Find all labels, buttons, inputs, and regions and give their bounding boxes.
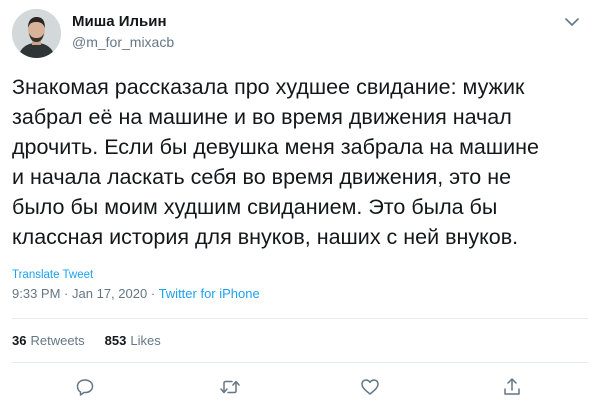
author-display-name[interactable]: Миша Ильин bbox=[72, 13, 167, 30]
like-button[interactable] bbox=[355, 372, 385, 402]
likes-label: Likes bbox=[130, 333, 161, 348]
tweet-card: Миша Ильин @m_for_mixacb Знакомая расска… bbox=[0, 0, 600, 410]
avatar[interactable] bbox=[12, 9, 61, 58]
meta-separator: · bbox=[64, 286, 69, 301]
divider bbox=[12, 362, 588, 363]
reply-button[interactable] bbox=[70, 372, 100, 402]
tweet-text: Знакомая рассказала про худшее свидание:… bbox=[12, 75, 539, 249]
translate-tweet-link[interactable]: Translate Tweet bbox=[12, 269, 93, 281]
tweet-stats: 36 Retweets 853 Likes bbox=[12, 333, 161, 348]
chevron-down-icon[interactable] bbox=[562, 12, 582, 32]
retweets-count: 36 bbox=[12, 333, 27, 348]
reply-icon bbox=[76, 379, 94, 396]
tweet-metadata: 9:33 PM · Jan 17, 2020 · Twitter for iPh… bbox=[12, 286, 260, 301]
tweet-time[interactable]: 9:33 PM bbox=[12, 286, 60, 301]
tweet-source-link[interactable]: Twitter for iPhone bbox=[159, 286, 260, 301]
meta-separator: · bbox=[150, 286, 156, 301]
share-icon bbox=[504, 378, 520, 395]
likes-count: 853 bbox=[104, 333, 127, 348]
heart-icon bbox=[361, 379, 379, 395]
retweets-stat[interactable]: 36 Retweets bbox=[12, 333, 85, 348]
retweet-button[interactable] bbox=[215, 372, 245, 402]
tweet-date[interactable]: Jan 17, 2020 bbox=[72, 286, 147, 301]
likes-stat[interactable]: 853 Likes bbox=[105, 333, 161, 348]
retweet-icon bbox=[220, 380, 240, 394]
retweets-label: Retweets bbox=[30, 333, 85, 348]
divider bbox=[12, 318, 588, 319]
tweet-actions bbox=[0, 372, 600, 402]
author-handle[interactable]: @m_for_mixacb bbox=[72, 34, 174, 50]
share-button[interactable] bbox=[497, 372, 527, 402]
